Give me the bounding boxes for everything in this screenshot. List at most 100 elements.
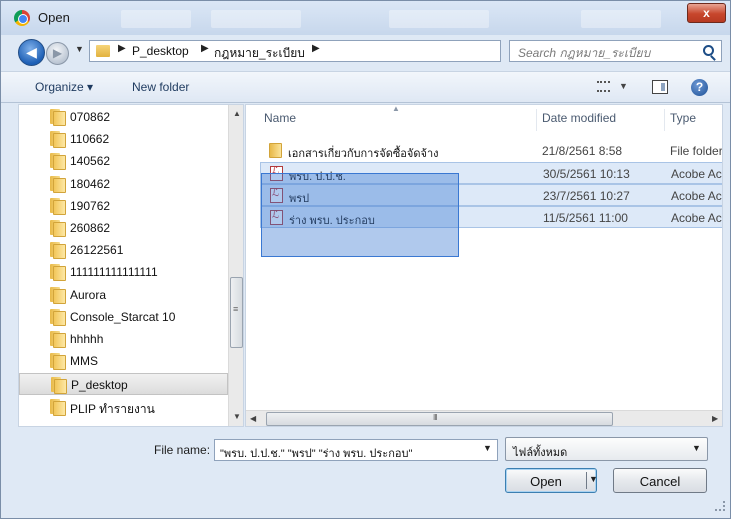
column-header-name[interactable]: Name [264,111,296,125]
folder-icon [50,131,66,148]
nav-item-260862[interactable]: 260862 [19,217,228,239]
breadcrumb-p-desktop[interactable]: P_desktop [132,44,189,58]
new-folder-button[interactable]: New folder [132,80,189,94]
file-date: 21/8/2561 8:58 [542,144,623,158]
column-header-date-modified[interactable]: Date modified [542,111,616,125]
chevron-down-icon[interactable]: ▼ [589,474,598,484]
nav-item-p-desktop[interactable]: P_desktop [19,373,228,395]
chevron-down-icon[interactable]: ▼ [483,443,492,453]
background-tab [389,10,489,28]
cancel-button-label: Cancel [639,474,681,489]
file-type: File folder [670,144,723,158]
nav-item-180462[interactable]: 180462 [19,173,228,195]
file-date: 11/5/2561 11:00 [543,211,628,225]
scrollbar-thumb[interactable] [266,412,613,426]
file-row[interactable]: เอกสารเกี่ยวกับการจัดซื้อจัดจ้าง 21/8/25… [260,140,723,162]
file-name-field[interactable]: "พรบ. ป.ป.ช." "พรป" "ร่าง พรบ. ประกอบ" ▼ [214,439,498,461]
help-button[interactable]: ? [691,79,708,96]
nav-item-26122561[interactable]: 26122561 [19,239,228,261]
folder-icon [50,242,66,259]
file-list-pane: Name ▲ Date modified Type เอกสารเกี่ยวกั… [245,104,723,427]
nav-item-070862[interactable]: 070862 [19,106,228,128]
window-title: Open [38,10,70,25]
nav-item-mms[interactable]: MMS [19,350,228,372]
scroll-right-icon[interactable]: ▶ [712,414,718,423]
close-button[interactable]: x [687,3,726,23]
chevron-right-icon[interactable]: ▶ [118,43,126,54]
chevron-right-icon[interactable]: ▶ [201,43,209,54]
navigation-pane: 070862 110662 140562 180462 190762 26086… [18,104,244,427]
column-header-type[interactable]: Type [670,111,696,125]
file-type: Acobe Ac [671,211,722,225]
folder-icon [50,153,66,170]
nav-item-console-starcat[interactable]: Console_Starcat 10 [19,306,228,328]
breadcrumb-current-folder[interactable]: กฎหมาย_ระเบียบ [214,44,305,63]
background-tab [121,10,191,28]
folder-icon [50,198,66,215]
forward-button[interactable]: ▶ [46,42,69,65]
nav-item-aurora[interactable]: Aurora [19,284,228,306]
nav-item-label: 260862 [70,221,111,235]
folder-icon [51,377,67,394]
search-icon[interactable] [703,45,714,56]
background-tab [581,10,661,28]
search-placeholder: Search กฎหมาย_ระเบียบ [518,46,651,60]
folder-icon [50,220,66,237]
folder-icon [50,331,66,348]
file-name-value: "พรบ. ป.ป.ช." "พรป" "ร่าง พรบ. ประกอบ" [220,448,413,460]
change-view-button[interactable]: ▼ [597,81,629,95]
selection-marquee [261,173,459,257]
open-button-label: Open [530,474,562,489]
folder-icon [269,143,282,158]
column-divider[interactable] [536,109,537,131]
file-name: เอกสารเกี่ยวกับการจัดซื้อจัดจ้าง [288,148,439,160]
nav-item-label: Aurora [70,288,107,302]
chevron-right-icon[interactable]: ▶ [312,43,320,54]
nav-item-190762[interactable]: 190762 [19,195,228,217]
nav-item-label: 140562 [70,154,111,168]
nav-item-label: P_desktop [71,378,128,392]
nav-item-label: Console_Starcat 10 [70,310,176,324]
file-horizontal-scrollbar[interactable]: ◀ ▶ [246,410,722,426]
file-type: Acobe Ac [671,167,722,181]
title-bar: Open x [1,1,730,35]
nav-item-label: hhhhh [70,332,104,346]
view-options-icon [597,81,610,92]
file-type-select[interactable]: ไฟล์ทั้งหมด ▼ [505,437,708,461]
scroll-down-icon[interactable]: ▼ [233,412,241,421]
preview-pane-button[interactable] [652,80,668,94]
address-bar[interactable]: ▶ P_desktop ▶ กฎหมาย_ระเบียบ ▶ ▼ ↻ [89,40,583,63]
folder-icon [50,353,66,370]
recent-locations-icon[interactable]: ▼ [75,44,84,54]
open-button[interactable]: Open ▼ [505,468,598,493]
nav-item-label: 110662 [70,132,110,146]
nav-item-111111111111111[interactable]: 111111111111111 [19,261,228,283]
open-dialog: Open x ◀ ▶ ▼ ▶ P_desktop ▶ กฎหมาย_ระเบีย… [0,0,731,519]
file-type-value: ไฟล์ทั้งหมด [513,447,568,459]
address-row: ◀ ▶ ▼ ▶ P_desktop ▶ กฎหมาย_ระเบียบ ▶ ▼ ↻… [1,35,730,67]
folder-icon [50,176,66,193]
background-tab [211,10,301,28]
folder-icon [50,287,66,304]
cancel-button[interactable]: Cancel [613,468,707,493]
nav-item-plip[interactable]: PLIP ทำรายงาน [19,396,228,418]
column-divider[interactable] [664,109,665,131]
command-toolbar: Organize ▾ New folder ▼ ? [1,71,730,103]
nav-item-140562[interactable]: 140562 [19,150,228,172]
nav-item-label: 111111111111111 [70,265,158,279]
resize-grip[interactable] [715,501,725,511]
nav-item-hhhhh[interactable]: hhhhh [19,328,228,350]
file-name-label: File name: [154,443,211,457]
organize-button[interactable]: Organize ▾ [35,80,93,94]
nav-vertical-scrollbar[interactable]: ▲ ▼ [228,105,243,426]
scrollbar-thumb[interactable] [230,277,243,348]
search-input[interactable]: Search กฎหมาย_ระเบียบ [509,40,722,62]
scroll-left-icon[interactable]: ◀ [250,414,256,423]
nav-item-110662[interactable]: 110662 [19,128,228,150]
chevron-down-icon: ▼ [619,81,628,91]
file-date: 30/5/2561 10:13 [543,167,630,181]
split-divider [586,472,587,489]
scroll-up-icon[interactable]: ▲ [233,109,241,118]
nav-item-label: 070862 [70,110,111,124]
back-button[interactable]: ◀ [18,39,45,66]
